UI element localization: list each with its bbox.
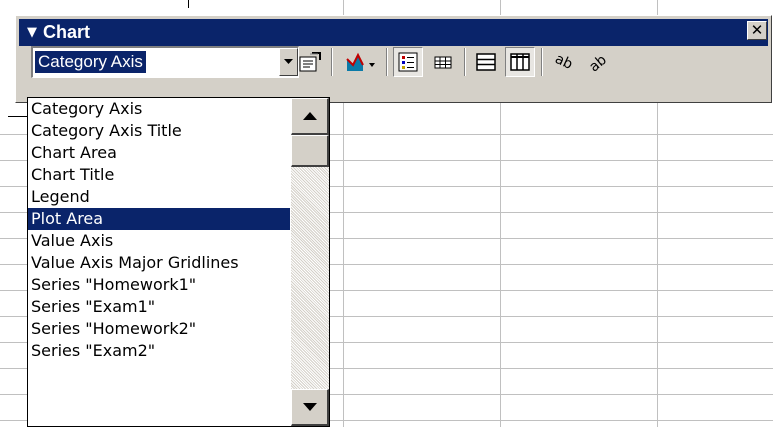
by-column-icon (510, 53, 530, 71)
toolbar-title: Chart (43, 22, 91, 42)
scroll-up-arrow-icon (302, 112, 317, 120)
data-table-icon (434, 56, 452, 69)
dropdown-item[interactable]: Series "Homework1" (28, 274, 290, 296)
dropdown-item[interactable]: Series "Exam2" (28, 340, 290, 362)
dropdown-item[interactable]: Series "Homework2" (28, 318, 290, 340)
legend-button[interactable] (393, 47, 423, 77)
chevron-down-icon (284, 59, 293, 64)
svg-text:ab: ab (586, 52, 609, 73)
scroll-down-button[interactable] (291, 389, 329, 426)
toolbar-separator (331, 48, 333, 76)
angle-text-upward-button[interactable]: ab (582, 47, 612, 77)
chart-objects-combobox[interactable]: Category Axis (31, 46, 299, 78)
by-row-button[interactable] (471, 47, 501, 77)
angle-text-upward-icon: ab (586, 52, 609, 73)
dropdown-item[interactable]: Chart Area (28, 142, 290, 164)
angle-text-downward-icon: ab (552, 51, 575, 73)
format-selected-object-button[interactable] (295, 47, 325, 77)
angle-text-downward-button[interactable]: ab (549, 47, 579, 77)
dropdown-item[interactable]: Legend (28, 186, 290, 208)
dropdown-item[interactable]: Plot Area (28, 208, 290, 230)
data-table-button[interactable] (428, 47, 458, 77)
format-selected-object-icon (299, 52, 321, 72)
by-column-button[interactable] (505, 47, 535, 77)
cell-marker (188, 0, 189, 8)
toolbar-title-bar[interactable]: ▼ Chart ✕ (19, 19, 768, 46)
dropdown-item[interactable]: Category Axis Title (28, 120, 290, 142)
dropdown-item[interactable]: Chart Title (28, 164, 290, 186)
chart-objects-list[interactable]: Category Axis Category Axis Title Chart Ar… (28, 98, 290, 426)
dropdown-scrollbar[interactable] (291, 98, 329, 426)
scroll-down-arrow-icon (302, 403, 317, 411)
scroll-up-button[interactable] (291, 98, 329, 135)
legend-icon (398, 52, 418, 72)
cell-border-mark (8, 116, 28, 117)
toolbar-separator (464, 48, 466, 76)
toolbar-options-arrow-icon[interactable]: ▼ (21, 25, 43, 40)
toolbar-separator (541, 48, 543, 76)
dropdown-item[interactable]: Series "Exam1" (28, 296, 290, 318)
chart-type-button[interactable] (338, 47, 382, 77)
chart-toolbar[interactable]: ▼ Chart ✕ Category Axis ab ab (15, 15, 772, 103)
chart-objects-value: Category Axis (35, 51, 146, 73)
chart-objects-dropdown[interactable]: Category Axis Category Axis Title Chart Ar… (27, 97, 330, 427)
by-row-icon (476, 53, 496, 71)
dropdown-item[interactable]: Value Axis (28, 230, 290, 252)
chart-type-icon (346, 52, 375, 71)
dropdown-item[interactable]: Category Axis (28, 98, 290, 120)
toolbar-separator (386, 48, 388, 76)
svg-text:ab: ab (552, 51, 575, 73)
close-button[interactable]: ✕ (747, 21, 767, 40)
dropdown-item[interactable]: Value Axis Major Gridlines (28, 252, 290, 274)
scroll-thumb[interactable] (291, 135, 329, 167)
